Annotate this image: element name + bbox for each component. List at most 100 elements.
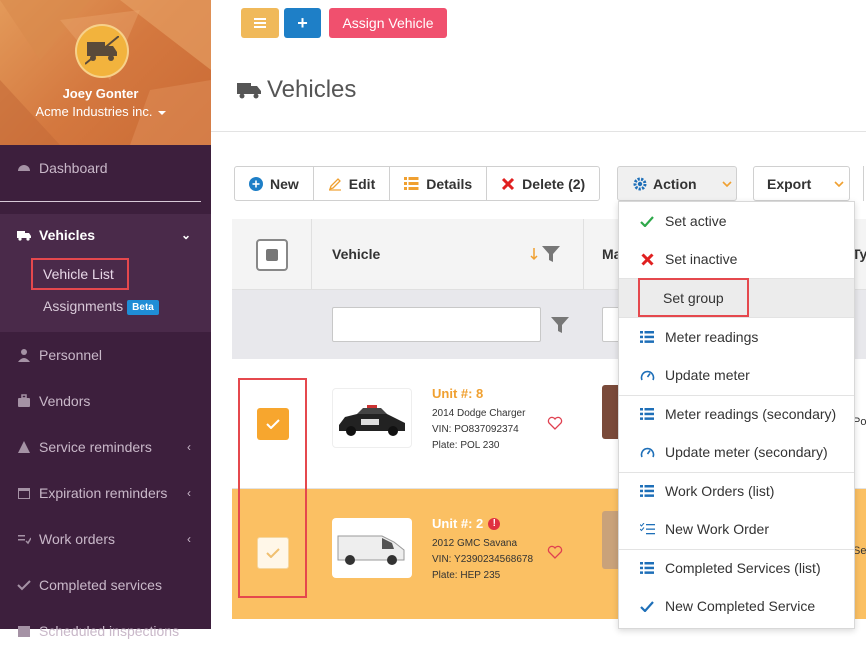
menu-item-update-meter[interactable]: Update meter bbox=[619, 356, 854, 394]
heart-icon[interactable] bbox=[547, 545, 563, 559]
menu-item-meter-readings[interactable]: Meter readings bbox=[619, 318, 854, 356]
vehicle-thumbnail[interactable] bbox=[332, 518, 412, 578]
menu-item-label: New Completed Service bbox=[665, 598, 816, 614]
unit-number-link[interactable]: Unit #: 2 bbox=[432, 516, 483, 532]
alert-icon[interactable]: ! bbox=[488, 518, 501, 530]
menu-item-new-completed-service[interactable]: New Completed Service bbox=[619, 587, 854, 625]
x-icon bbox=[640, 252, 654, 266]
column-divider bbox=[583, 219, 584, 290]
menu-item-label: Update meter (secondary) bbox=[665, 444, 828, 460]
column-header-vehicle[interactable]: Vehicle bbox=[332, 246, 380, 262]
menu-item-label: Update meter bbox=[665, 367, 750, 383]
unit-number-link[interactable]: Unit #: 8 bbox=[432, 386, 525, 402]
vehicle-plate: Plate: POL 230 bbox=[432, 440, 500, 451]
menu-item-meter-readings-secondary[interactable]: Meter readings (secondary) bbox=[619, 395, 854, 433]
heart-icon[interactable] bbox=[547, 416, 563, 430]
edit-button-label: Edit bbox=[348, 175, 376, 192]
beta-badge: Beta bbox=[127, 299, 159, 315]
details-button[interactable]: Details bbox=[390, 167, 488, 200]
export-dropdown[interactable]: Export bbox=[753, 166, 850, 201]
x-icon bbox=[502, 177, 515, 190]
export-dropdown-label: Export bbox=[767, 175, 812, 192]
new-button[interactable]: New bbox=[235, 167, 314, 200]
caret-down-icon bbox=[157, 110, 166, 115]
menu-item-work-orders-list[interactable]: Work Orders (list) bbox=[619, 472, 854, 510]
sidebar-item-label: Dashboard bbox=[39, 160, 108, 176]
vehicle-filter-input[interactable] bbox=[332, 307, 541, 342]
menu-toggle-button[interactable] bbox=[241, 8, 279, 38]
sidebar-item-label: Work orders bbox=[39, 531, 115, 547]
page-title: Vehicles bbox=[237, 76, 356, 104]
filter-icon[interactable] bbox=[551, 317, 569, 333]
menu-item-new-work-order[interactable]: New Work Order bbox=[619, 510, 854, 548]
menu-item-label: New Work Order bbox=[665, 521, 769, 537]
add-button[interactable]: + bbox=[284, 8, 321, 38]
company-selector[interactable]: Acme Industries inc. bbox=[0, 104, 201, 119]
record-toolbar: New Edit Details Delete (2) bbox=[234, 166, 601, 201]
sidebar-item-vehicles[interactable]: Vehicles ⌄ bbox=[0, 220, 211, 250]
action-dropdown-label: Action bbox=[653, 175, 697, 192]
sidebar-divider bbox=[0, 201, 201, 202]
sort-down-icon[interactable] bbox=[529, 247, 539, 261]
dashboard-icon bbox=[18, 165, 30, 171]
checklist-icon bbox=[18, 535, 31, 545]
sidebar-item-label: Completed services bbox=[39, 577, 162, 593]
sidebar-item-completed-services[interactable]: Completed services bbox=[0, 570, 211, 600]
vehicle-model: 2014 Dodge Charger bbox=[432, 408, 526, 419]
sidebar-item-label: Vendors bbox=[39, 393, 91, 409]
chevron-left-icon: ‹ bbox=[187, 486, 191, 500]
sidebar-item-label: Vehicles bbox=[39, 227, 96, 243]
briefcase-icon bbox=[18, 394, 30, 407]
user-name: Joey Gonter bbox=[62, 86, 139, 101]
sidebar-item-dashboard[interactable]: Dashboard bbox=[0, 153, 211, 183]
vehicle-details: Unit #: 2 ! 2012 GMC Savana VIN: Y239023… bbox=[432, 516, 533, 584]
menu-item-set-active[interactable]: Set active bbox=[619, 202, 854, 240]
warning-icon bbox=[18, 441, 30, 453]
check-icon bbox=[17, 580, 31, 591]
list-icon bbox=[640, 485, 654, 497]
edit-button[interactable]: Edit bbox=[314, 167, 391, 200]
pencil-icon bbox=[328, 177, 341, 191]
vehicle-details: Unit #: 8 2014 Dodge Charger VIN: PO8370… bbox=[432, 386, 525, 454]
indeterminate-mark bbox=[266, 249, 278, 261]
chevron-down-icon bbox=[721, 180, 732, 187]
calendar-icon bbox=[18, 488, 30, 499]
gauge-icon bbox=[640, 370, 654, 380]
list-icon bbox=[640, 331, 654, 343]
assign-vehicle-button[interactable]: Assign Vehicle bbox=[329, 8, 447, 38]
checklist-icon bbox=[639, 523, 655, 535]
company-name: Acme Industries inc. bbox=[35, 104, 153, 119]
profile-header: Joey Gonter Acme Industries inc. bbox=[0, 0, 211, 145]
sidebar-item-work-orders[interactable]: Work orders ‹ bbox=[0, 524, 211, 554]
sidebar-item-vendors[interactable]: Vendors bbox=[0, 386, 211, 416]
person-icon bbox=[18, 349, 30, 362]
avatar[interactable] bbox=[75, 24, 129, 78]
sidebar-item-expiration-reminders[interactable]: Expiration reminders ‹ bbox=[0, 478, 211, 508]
list-icon bbox=[640, 408, 654, 420]
gauge-icon bbox=[640, 447, 654, 457]
truck-icon bbox=[85, 36, 119, 65]
police-car-image bbox=[339, 405, 405, 436]
delete-button[interactable]: Delete (2) bbox=[487, 167, 599, 200]
menu-item-completed-services-list[interactable]: Completed Services (list) bbox=[619, 549, 854, 587]
menu-item-label: Meter readings (secondary) bbox=[665, 406, 837, 422]
filter-icon[interactable] bbox=[542, 246, 560, 262]
action-dropdown[interactable]: Action bbox=[617, 166, 737, 201]
menu-item-label: Set active bbox=[665, 213, 727, 229]
sidebar-subitem-assignments[interactable]: Assignments Beta bbox=[43, 298, 159, 315]
sidebar-item-service-reminders[interactable]: Service reminders ‹ bbox=[0, 432, 211, 462]
sidebar-item-label: Personnel bbox=[39, 347, 103, 363]
menu-item-set-inactive[interactable]: Set inactive bbox=[619, 240, 854, 278]
hamburger-icon bbox=[254, 18, 266, 28]
vehicle-model: 2012 GMC Savana bbox=[432, 538, 518, 549]
van-image bbox=[337, 535, 405, 565]
column-divider bbox=[311, 219, 312, 290]
vehicle-thumbnail[interactable] bbox=[332, 388, 412, 448]
sidebar-item-label: Scheduled inspections bbox=[39, 623, 180, 639]
menu-item-update-meter-secondary[interactable]: Update meter (secondary) bbox=[619, 433, 854, 471]
truck-icon bbox=[237, 83, 261, 99]
highlight-box-vehicle-list bbox=[31, 258, 129, 290]
sidebar-item-personnel[interactable]: Personnel bbox=[0, 340, 211, 370]
sidebar-item-scheduled-inspections[interactable]: Scheduled inspections bbox=[0, 616, 211, 646]
select-all-checkbox[interactable] bbox=[256, 239, 288, 271]
